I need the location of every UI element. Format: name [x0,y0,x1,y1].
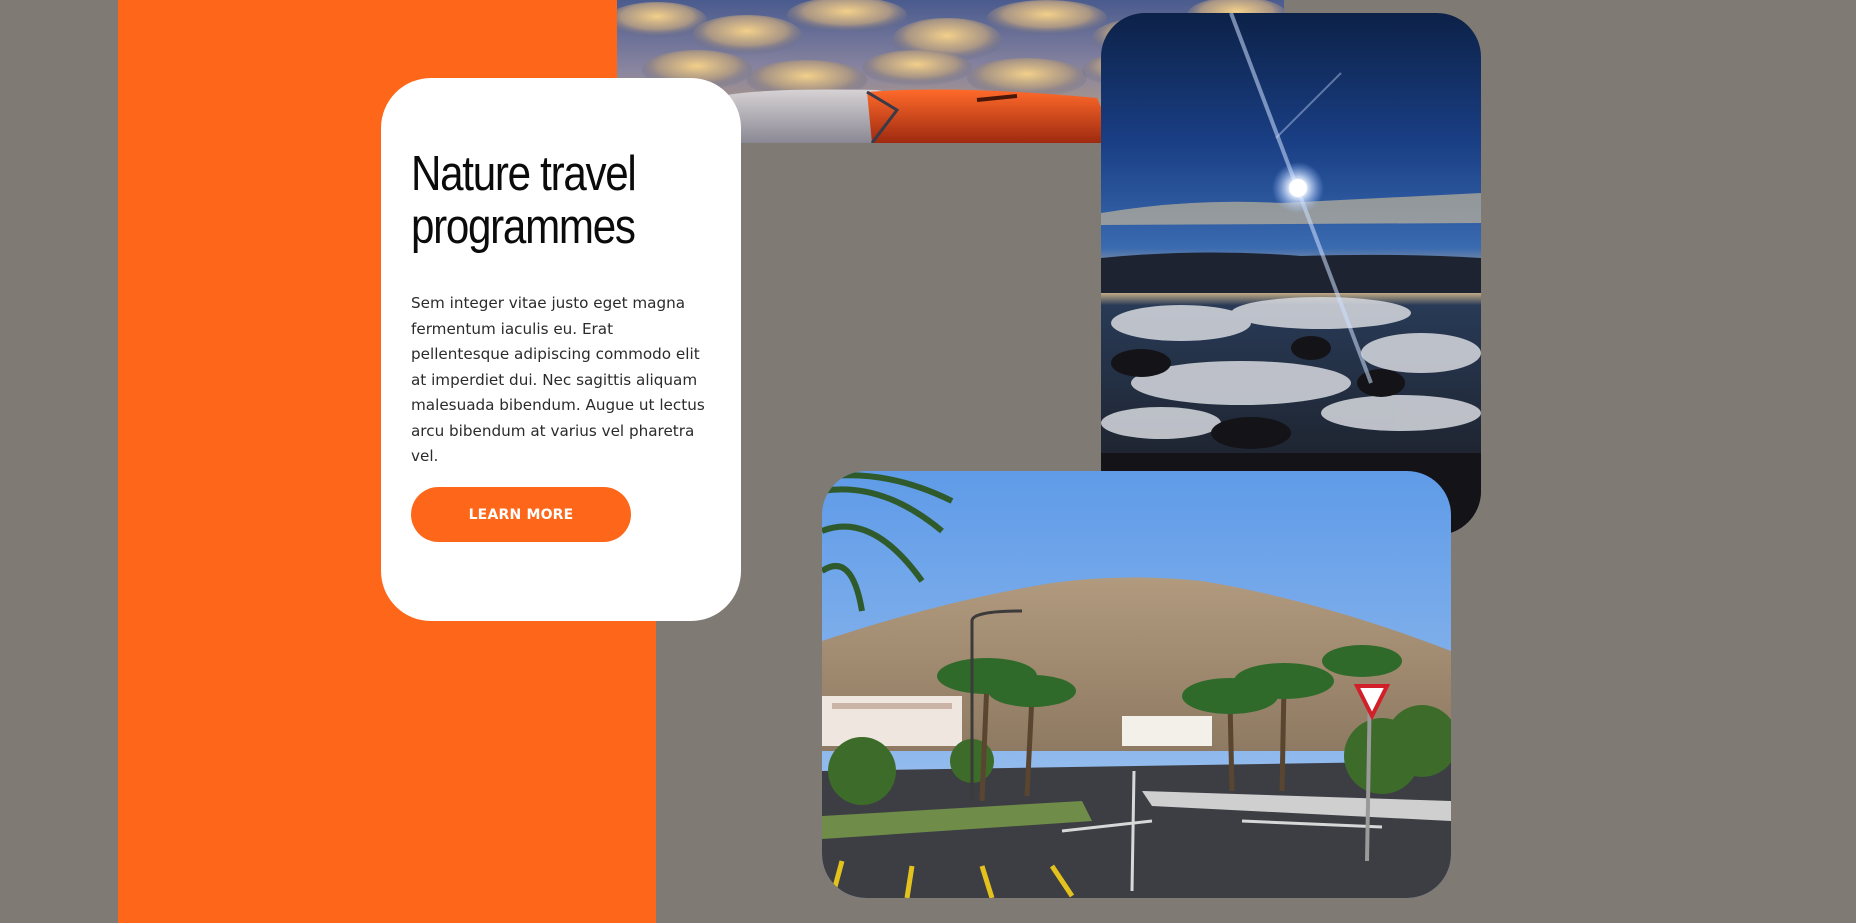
card-title-line-2: programmes [411,200,636,254]
card-description: Sem integer vitae justo eget magna ferme… [411,294,705,465]
card-title-line-1: Nature travel [411,147,637,201]
feature-card: Nature travel programmes Sem integer vit… [381,78,741,621]
palm-road-mountain-photo [822,471,1451,898]
card-title: Nature travel programmes [411,148,708,254]
learn-more-button[interactable]: LEARN MORE [411,487,631,542]
sun-over-rocks-photo [1101,13,1481,535]
